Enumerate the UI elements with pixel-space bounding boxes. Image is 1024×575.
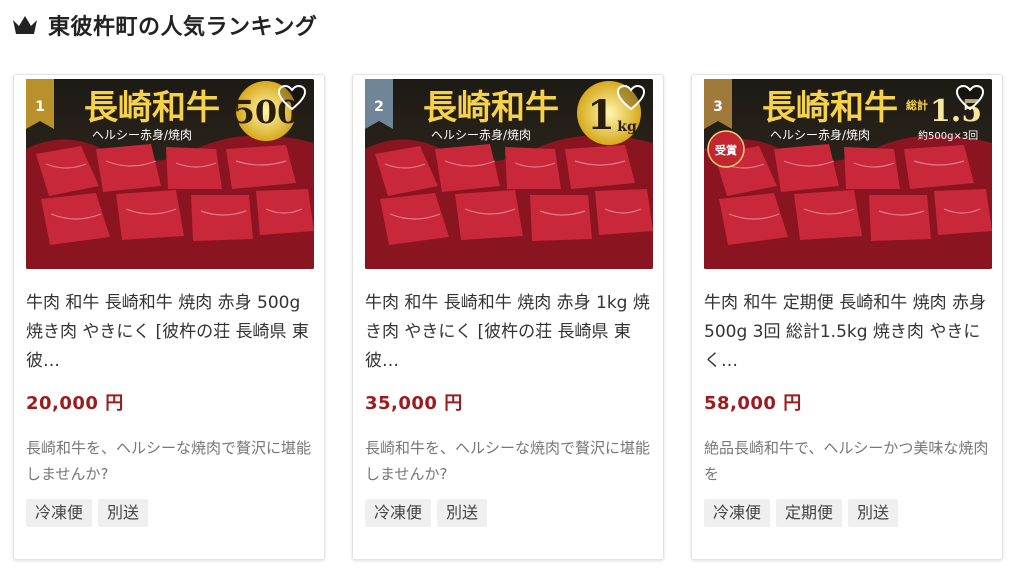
product-name[interactable]: 牛肉 和牛 長崎和牛 焼肉 赤身 500g 焼き肉 やきにく [彼杵の荘 長崎県… <box>26 289 314 376</box>
product-price: 35,000 円 <box>365 393 463 414</box>
product-image[interactable]: 長崎和牛 ヘルシー赤身/焼肉 1 kg <box>365 79 653 269</box>
ranking-card-2[interactable]: 長崎和牛 ヘルシー赤身/焼肉 1 kg 2 牛肉 和牛 長崎和牛 焼肉 赤身 1… <box>352 74 664 560</box>
rank-badge: 1 <box>26 79 54 129</box>
product-name[interactable]: 牛肉 和牛 定期便 長崎和牛 焼肉 赤身 500g 3回 総計1.5kg 焼き肉… <box>704 289 992 376</box>
svg-text:受賞: 受賞 <box>715 143 737 157</box>
product-image[interactable]: 受賞 長崎和牛 ヘルシー赤身/焼肉 総計 1.5 約500g×3回 <box>704 79 992 269</box>
favorite-heart-icon[interactable] <box>617 85 645 111</box>
tag-list: 冷凍便 別送 <box>26 499 149 527</box>
product-price: 20,000 円 <box>26 393 124 414</box>
tag: 別送 <box>98 499 149 527</box>
product-description: 絶品長崎和牛で、ヘルシーかつ美味な焼肉を <box>704 439 989 483</box>
tag-list: 冷凍便 別送 <box>365 499 488 527</box>
product-description: 長崎和牛を、ヘルシーな焼肉で贅沢に堪能しませんか? <box>26 439 312 483</box>
ranking-card-3[interactable]: 受賞 長崎和牛 ヘルシー赤身/焼肉 総計 1.5 約500g×3回 3 牛肉 和… <box>691 74 1003 560</box>
svg-text:1: 1 <box>587 92 615 139</box>
tag: 冷凍便 <box>365 499 432 527</box>
svg-text:長崎和牛: 長崎和牛 <box>762 88 898 128</box>
svg-text:長崎和牛: 長崎和牛 <box>84 88 220 128</box>
product-price: 58,000 円 <box>704 393 802 414</box>
ranking-header: 東彼杵町の人気ランキング <box>12 8 317 42</box>
rank-badge: 2 <box>365 79 393 129</box>
crown-icon <box>13 16 37 34</box>
svg-text:約500g×3回: 約500g×3回 <box>918 129 978 142</box>
tag-list: 冷凍便 定期便 別送 <box>704 499 899 527</box>
favorite-heart-icon[interactable] <box>956 85 984 111</box>
tag: 定期便 <box>776 499 843 527</box>
product-description: 長崎和牛を、ヘルシーな焼肉で贅沢に堪能しませんか? <box>365 439 651 483</box>
svg-text:kg: kg <box>617 119 637 135</box>
tag: 冷凍便 <box>704 499 771 527</box>
tag: 冷凍便 <box>26 499 93 527</box>
product-image[interactable]: 長崎和牛 ヘルシー赤身/焼肉 500 <box>26 79 314 269</box>
svg-text:長崎和牛: 長崎和牛 <box>423 88 559 128</box>
product-name[interactable]: 牛肉 和牛 長崎和牛 焼肉 赤身 1kg 焼き肉 やきにく [彼杵の荘 長崎県 … <box>365 289 653 376</box>
svg-text:ヘルシー赤身/焼肉: ヘルシー赤身/焼肉 <box>431 127 531 142</box>
svg-text:ヘルシー赤身/焼肉: ヘルシー赤身/焼肉 <box>770 127 870 142</box>
svg-text:ヘルシー赤身/焼肉: ヘルシー赤身/焼肉 <box>92 127 192 142</box>
rank-badge: 3 <box>704 79 732 129</box>
svg-text:総計: 総計 <box>906 98 928 112</box>
page-title: 東彼杵町の人気ランキング <box>48 15 318 40</box>
ranking-card-1[interactable]: 長崎和牛 ヘルシー赤身/焼肉 500 1 牛肉 和牛 長崎和牛 焼肉 赤身 50… <box>13 74 325 560</box>
tag: 別送 <box>848 499 899 527</box>
tag: 別送 <box>437 499 488 527</box>
favorite-heart-icon[interactable] <box>278 85 306 111</box>
